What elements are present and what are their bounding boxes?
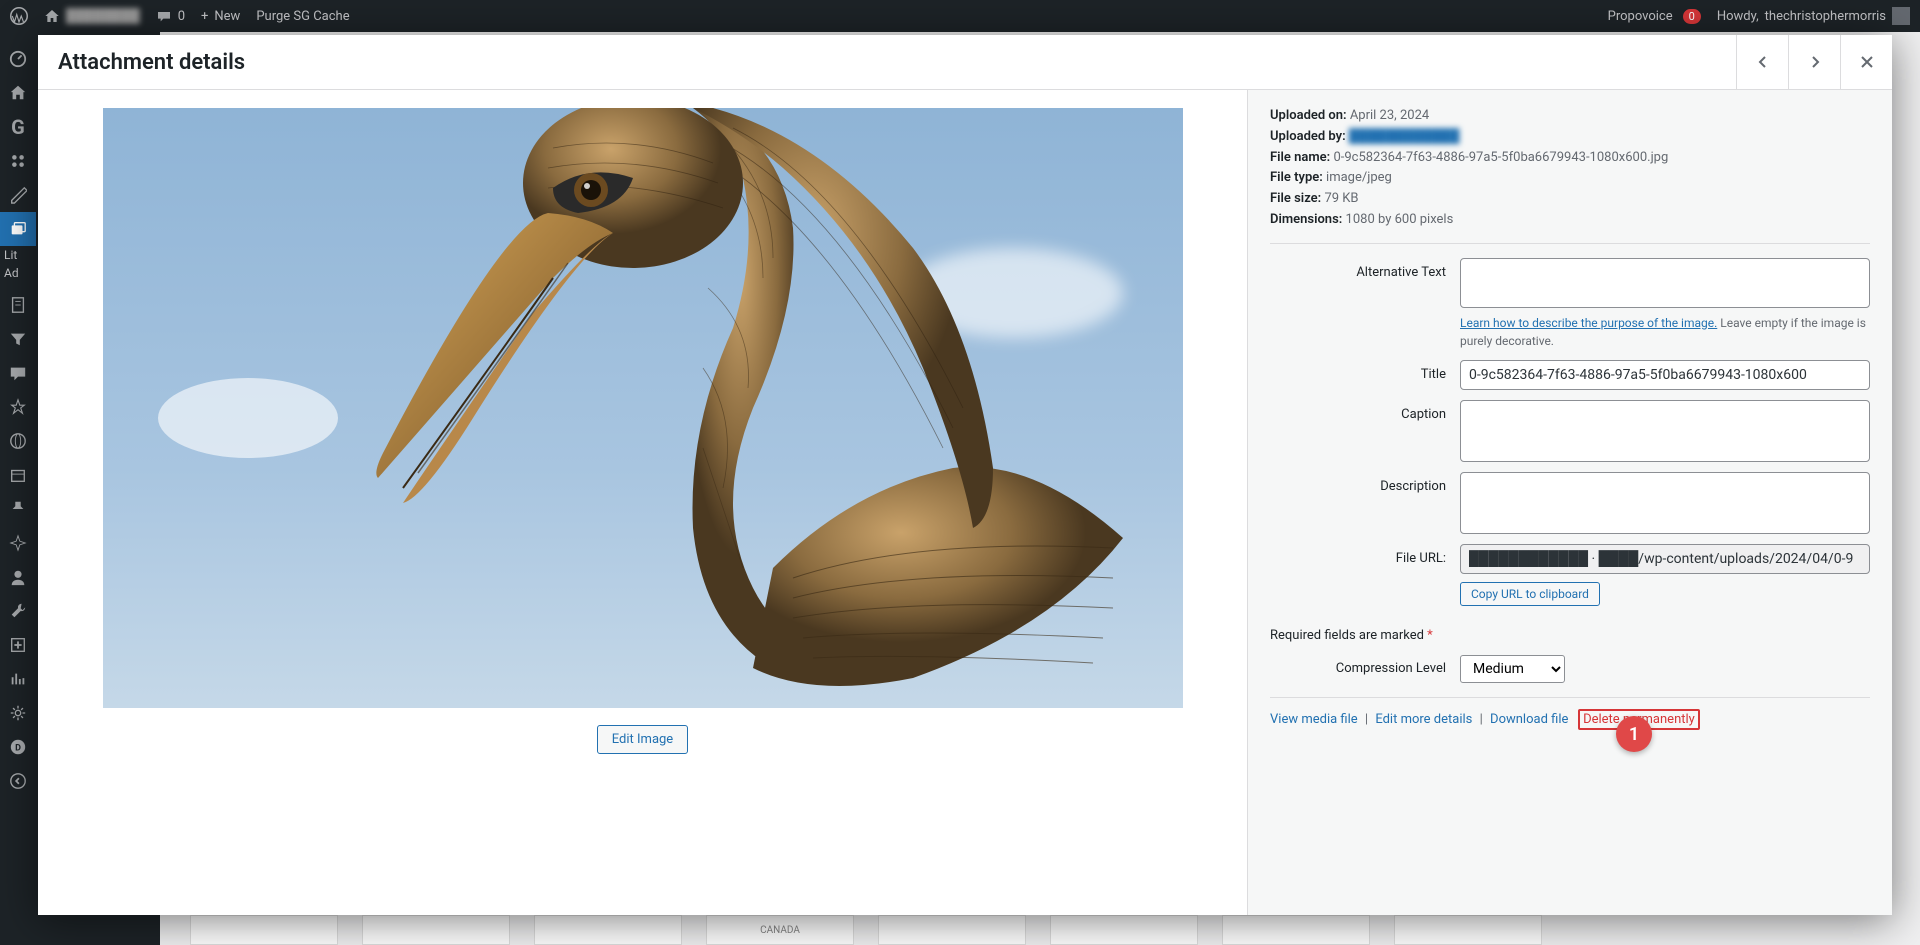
compression-label: Compression Level [1270,661,1460,676]
sidebar-item-media[interactable] [0,212,36,246]
description-input[interactable] [1460,472,1870,534]
pelican-illustration [353,108,1133,708]
sidebar-item-dashboard[interactable] [0,42,36,76]
next-attachment-button[interactable] [1788,35,1840,89]
meta-block: Uploaded on: April 23, 2024 Uploaded by:… [1270,106,1870,244]
caption-label: Caption [1270,400,1460,422]
sidebar-item-analytics[interactable] [0,662,36,696]
sidebar-item-settings[interactable] [0,696,36,730]
bottom-links: View media file | Edit more details | Do… [1270,712,1870,727]
sidebar-item-globe[interactable] [0,424,36,458]
alt-text-label: Alternative Text [1270,258,1460,280]
sidebar-item-g[interactable]: G [0,110,36,144]
alt-text-input[interactable] [1460,258,1870,308]
admin-sidebar: G Lit Ad D [0,32,36,945]
sidebar-item-home[interactable] [0,76,36,110]
sidebar-item-comments[interactable] [0,356,36,390]
sidebar-item-tools[interactable] [0,594,36,628]
attachment-details-panel: Uploaded on: April 23, 2024 Uploaded by:… [1247,90,1892,915]
avatar-icon [1892,7,1910,25]
sidebar-item-collapse[interactable] [0,764,36,798]
edit-more-details-link[interactable]: Edit more details [1375,712,1472,727]
propovoice-link[interactable]: Propovoice 0 [1608,9,1701,24]
sidebar-item-d[interactable]: D [0,730,36,764]
fileurl-label: File URL: [1270,544,1460,566]
site-name-masked: ████████ [66,8,140,24]
view-media-file-link[interactable]: View media file [1270,712,1358,727]
modal-header: Attachment details [38,35,1892,90]
howdy-user-link[interactable]: Howdy, thechristophermorris [1717,7,1910,25]
notif-badge: 0 [1683,9,1701,24]
description-label: Description [1270,472,1460,494]
new-content-link[interactable]: + New [201,9,240,24]
title-input[interactable] [1460,360,1870,390]
sidebar-item-plus[interactable] [0,628,36,662]
required-note: Required fields are marked * [1270,628,1870,643]
site-home-link[interactable]: ████████ [44,8,140,24]
purge-cache-link[interactable]: Purge SG Cache [256,9,349,24]
sidebar-item-thumbtack[interactable] [0,492,36,526]
sidebar-item-posts[interactable] [0,178,36,212]
uploaded-by-link[interactable]: ████████████ [1349,129,1460,144]
attachment-details-modal: Attachment details [38,35,1892,915]
sidebar-item-spark[interactable] [0,526,36,560]
comments-link[interactable]: 0 [156,8,185,24]
wp-adminbar: ████████ 0 + New Purge SG Cache Propovoi… [0,0,1920,32]
fileurl-input[interactable] [1460,544,1870,574]
prev-attachment-button[interactable] [1736,35,1788,89]
title-label: Title [1270,360,1460,382]
download-file-link[interactable]: Download file [1490,712,1568,727]
caption-input[interactable] [1460,400,1870,462]
media-preview-panel: Edit Image [38,90,1247,915]
alt-help-link[interactable]: Learn how to describe the purpose of the… [1460,316,1717,330]
compression-select[interactable]: Medium [1460,655,1565,683]
sidebar-item-archive[interactable] [0,458,36,492]
attachment-preview-image [103,108,1183,708]
copy-url-button[interactable]: Copy URL to clipboard [1460,582,1600,606]
plus-icon: + [201,9,208,24]
sidebar-item-users-grid[interactable] [0,144,36,178]
close-modal-button[interactable] [1840,35,1892,89]
sidebar-item-user[interactable] [0,560,36,594]
svg-text:D: D [15,744,21,754]
modal-title: Attachment details [58,50,245,75]
sidebar-item-filter[interactable] [0,322,36,356]
sidebar-item-pages[interactable] [0,288,36,322]
sidebar-item-pin[interactable] [0,390,36,424]
alt-help-text: Learn how to describe the purpose of the… [1460,314,1870,350]
annotation-marker-1: 1 [1616,716,1652,752]
edit-image-button[interactable]: Edit Image [597,725,688,754]
wp-logo-icon[interactable] [10,7,28,25]
